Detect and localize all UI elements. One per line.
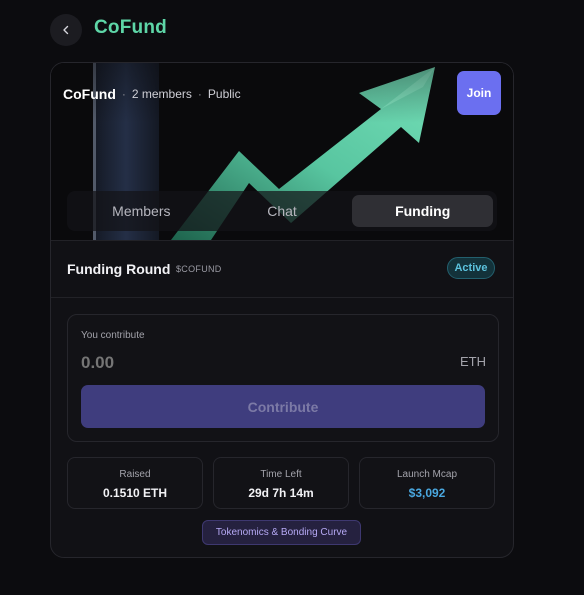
stat-launch-mcap: Launch Mcap $3,092	[359, 457, 495, 509]
chevron-left-icon	[63, 25, 69, 35]
stat-value: 29d 7h 14m	[248, 486, 314, 500]
join-button[interactable]: Join	[457, 71, 501, 115]
tokenomics-button[interactable]: Tokenomics & Bonding Curve	[202, 520, 361, 545]
stat-raised: Raised 0.1510 ETH	[67, 457, 203, 509]
page-title: CoFund	[94, 17, 167, 38]
stat-label: Time Left	[260, 469, 302, 480]
separator-dot: ·	[121, 87, 126, 101]
member-count: 2 members	[131, 87, 192, 101]
back-button[interactable]	[50, 14, 82, 46]
separator-dot: ·	[197, 87, 202, 101]
stats-row: Raised 0.1510 ETH Time Left 29d 7h 14m L…	[67, 457, 497, 511]
stat-time-left: Time Left 29d 7h 14m	[213, 457, 349, 509]
tab-bar: Members Chat Funding	[67, 191, 497, 231]
fund-name: CoFund	[63, 86, 116, 102]
stat-label: Launch Mcap	[396, 469, 458, 480]
stat-value: $3,092	[408, 486, 446, 500]
tab-funding[interactable]: Funding	[352, 195, 494, 227]
amount-input[interactable]	[81, 351, 381, 375]
tab-members[interactable]: Members	[71, 195, 212, 227]
currency-label: ETH	[460, 354, 486, 369]
hero-info: CoFund · 2 members · Public	[63, 86, 241, 102]
funding-round-header: Funding Round $COFUND Active	[51, 241, 513, 298]
status-badge: Active	[447, 257, 495, 279]
funding-round-title: Funding Round	[67, 261, 171, 277]
visibility-label: Public	[207, 87, 241, 101]
token-ticker: $COFUND	[176, 264, 222, 274]
contribute-button[interactable]: Contribute	[81, 385, 485, 428]
contribute-label: You contribute	[81, 330, 145, 341]
hero-banner: CoFund · 2 members · Public Join Members…	[51, 63, 513, 241]
fund-card: CoFund · 2 members · Public Join Members…	[50, 62, 514, 558]
contribute-panel: You contribute ETH Contribute	[67, 314, 499, 442]
stat-value: 0.1510 ETH	[102, 486, 168, 500]
tab-chat[interactable]: Chat	[212, 195, 353, 227]
stat-label: Raised	[119, 469, 151, 480]
